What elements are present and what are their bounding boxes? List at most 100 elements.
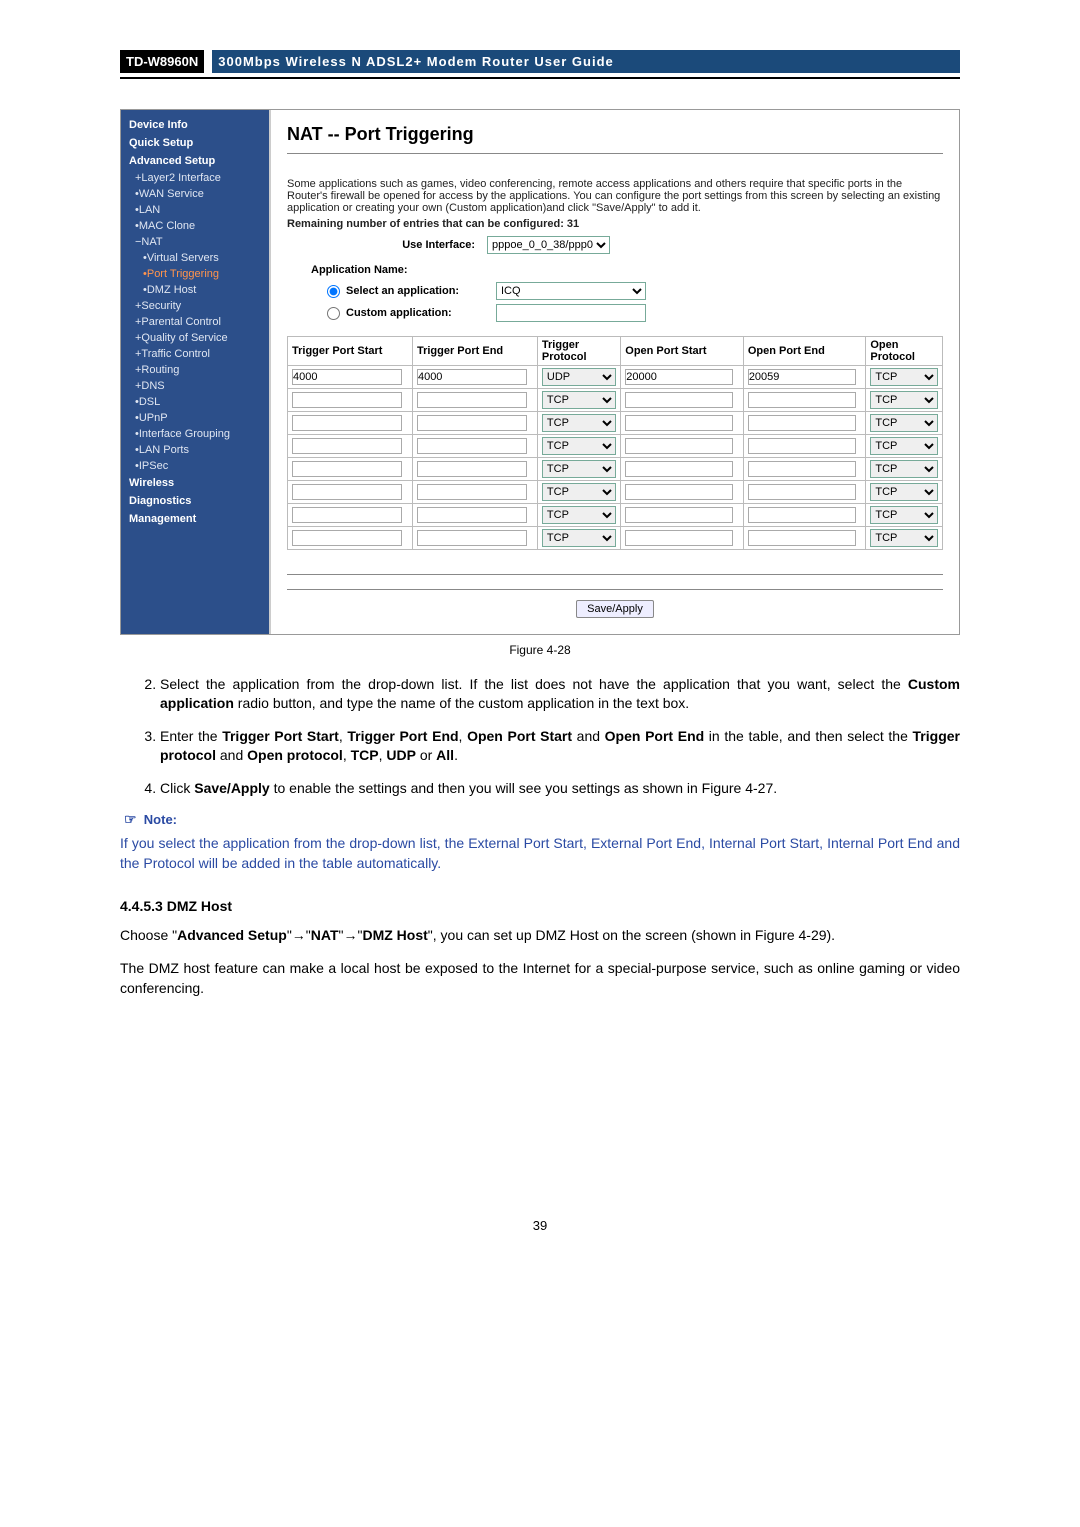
open-port-end-input[interactable] (748, 530, 856, 546)
open-port-start-input[interactable] (625, 484, 733, 500)
custom-application-input[interactable] (496, 304, 646, 322)
open-port-start-input[interactable] (625, 530, 733, 546)
step-2: Select the application from the drop-dow… (160, 675, 960, 713)
sidebar-nat[interactable]: −NAT (129, 234, 261, 250)
select-application-label: Select an application: (346, 285, 496, 297)
sidebar-vs[interactable]: •Virtual Servers (129, 250, 261, 266)
ports-table: Trigger Port StartTrigger Port EndTrigge… (287, 336, 943, 550)
section-p1: Choose "Advanced Setup"→"NAT"→"DMZ Host"… (120, 926, 960, 946)
trigger-protocol-select[interactable]: TCP (542, 414, 616, 432)
trigger-port-end-input[interactable] (417, 369, 527, 385)
trigger-port-end-input[interactable] (417, 530, 527, 546)
trigger-protocol-select[interactable]: TCP (542, 506, 616, 524)
sidebar-pt[interactable]: •Port Triggering (129, 266, 261, 282)
trigger-port-end-input[interactable] (417, 438, 527, 454)
sidebar-ips[interactable]: •IPSec (129, 458, 261, 474)
trigger-port-start-input[interactable] (292, 415, 402, 431)
open-protocol-select[interactable]: TCP (870, 437, 938, 455)
open-port-start-input[interactable] (625, 438, 733, 454)
sidebar-device-info[interactable]: Device Info (129, 116, 261, 134)
open-port-end-input[interactable] (748, 461, 856, 477)
trigger-protocol-select[interactable]: TCP (542, 437, 616, 455)
sidebar-quick-setup[interactable]: Quick Setup (129, 134, 261, 152)
doc-header: TD-W8960N 300Mbps Wireless N ADSL2+ Mode… (120, 50, 960, 79)
col-header: Trigger Protocol (537, 337, 620, 366)
sidebar-dmz[interactable]: •DMZ Host (129, 282, 261, 298)
sidebar-qos[interactable]: +Quality of Service (129, 330, 261, 346)
application-name-label: Application Name: (311, 264, 943, 276)
use-interface-select[interactable]: pppoe_0_0_38/ppp0 (487, 236, 610, 254)
sidebar-advanced-setup[interactable]: Advanced Setup (129, 152, 261, 170)
trigger-protocol-select[interactable]: TCP (542, 391, 616, 409)
open-protocol-select[interactable]: TCP (870, 483, 938, 501)
trigger-port-start-input[interactable] (292, 438, 402, 454)
sidebar-lp[interactable]: •LAN Ports (129, 442, 261, 458)
sidebar-upnp[interactable]: •UPnP (129, 410, 261, 426)
trigger-protocol-select[interactable]: UDP (542, 368, 616, 386)
pointing-hand-icon: ☞ (124, 811, 137, 827)
sidebar-tc[interactable]: +Traffic Control (129, 346, 261, 362)
content-panel: NAT -- Port Triggering Some applications… (271, 110, 959, 634)
sidebar-mac[interactable]: •MAC Clone (129, 218, 261, 234)
sidebar-sec[interactable]: +Security (129, 298, 261, 314)
trigger-port-start-input[interactable] (292, 530, 402, 546)
trigger-port-start-input[interactable] (292, 484, 402, 500)
open-port-end-input[interactable] (748, 415, 856, 431)
open-protocol-select[interactable]: TCP (870, 529, 938, 547)
application-select[interactable]: ICQ (496, 282, 646, 300)
open-protocol-select[interactable]: TCP (870, 391, 938, 409)
trigger-protocol-select[interactable]: TCP (542, 483, 616, 501)
trigger-port-start-input[interactable] (292, 507, 402, 523)
open-port-start-input[interactable] (625, 369, 733, 385)
col-header: Trigger Port Start (288, 337, 413, 366)
custom-application-label: Custom application: (346, 307, 496, 319)
open-port-start-input[interactable] (625, 392, 733, 408)
sidebar-management[interactable]: Management (129, 510, 261, 528)
sidebar-wireless[interactable]: Wireless (129, 474, 261, 492)
sidebar-dns[interactable]: +DNS (129, 378, 261, 394)
sidebar-dsl[interactable]: •DSL (129, 394, 261, 410)
sidebar-lan[interactable]: •LAN (129, 202, 261, 218)
sidebar-wan[interactable]: •WAN Service (129, 186, 261, 202)
trigger-port-end-input[interactable] (417, 461, 527, 477)
trigger-port-start-input[interactable] (292, 392, 402, 408)
trigger-port-start-input[interactable] (292, 461, 402, 477)
sidebar-layer2[interactable]: +Layer2 Interface (129, 170, 261, 186)
open-port-end-input[interactable] (748, 438, 856, 454)
open-protocol-select[interactable]: TCP (870, 414, 938, 432)
open-protocol-select[interactable]: TCP (870, 460, 938, 478)
open-port-start-input[interactable] (625, 415, 733, 431)
open-port-end-input[interactable] (748, 369, 856, 385)
trigger-port-start-input[interactable] (292, 369, 402, 385)
sidebar-diagnostics[interactable]: Diagnostics (129, 492, 261, 510)
sidebar-pc[interactable]: +Parental Control (129, 314, 261, 330)
trigger-protocol-select[interactable]: TCP (542, 460, 616, 478)
trigger-protocol-select[interactable]: TCP (542, 529, 616, 547)
sidebar-rt[interactable]: +Routing (129, 362, 261, 378)
custom-application-radio[interactable] (327, 307, 340, 320)
open-protocol-select[interactable]: TCP (870, 506, 938, 524)
model-label: TD-W8960N (120, 50, 204, 73)
open-port-start-input[interactable] (625, 507, 733, 523)
page-number: 39 (120, 1218, 960, 1233)
trigger-port-end-input[interactable] (417, 392, 527, 408)
open-port-end-input[interactable] (748, 392, 856, 408)
remaining-count: Remaining number of entries that can be … (287, 218, 943, 230)
col-header: Open Port Start (621, 337, 744, 366)
page-title: NAT -- Port Triggering (287, 124, 943, 154)
trigger-port-end-input[interactable] (417, 415, 527, 431)
steps-list: Select the application from the drop-dow… (160, 675, 960, 797)
open-port-end-input[interactable] (748, 484, 856, 500)
save-apply-button[interactable]: Save/Apply (576, 600, 654, 618)
trigger-port-end-input[interactable] (417, 507, 527, 523)
open-port-start-input[interactable] (625, 461, 733, 477)
step-3: Enter the Trigger Port Start, Trigger Po… (160, 727, 960, 765)
sidebar-ig[interactable]: •Interface Grouping (129, 426, 261, 442)
trigger-port-end-input[interactable] (417, 484, 527, 500)
note-text: If you select the application from the d… (120, 834, 960, 873)
use-interface-label: Use Interface: (287, 239, 487, 251)
select-application-radio[interactable] (327, 285, 340, 298)
open-protocol-select[interactable]: TCP (870, 368, 938, 386)
doc-title: 300Mbps Wireless N ADSL2+ Modem Router U… (212, 50, 960, 73)
open-port-end-input[interactable] (748, 507, 856, 523)
